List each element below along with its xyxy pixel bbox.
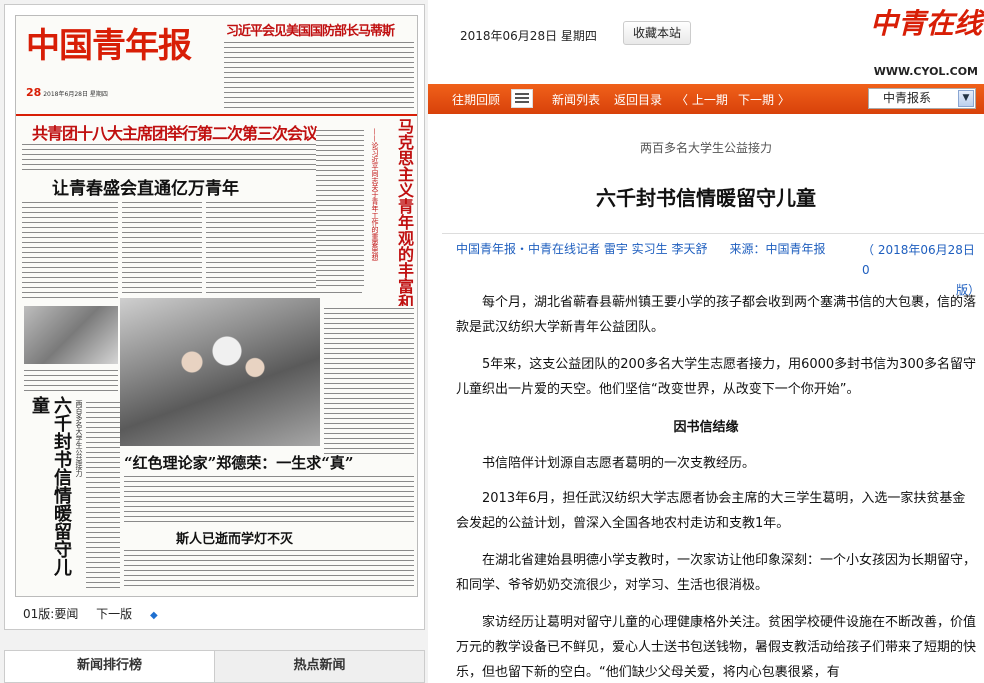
second-headline[interactable]: 让青春盛会直通亿万青年 bbox=[52, 174, 239, 199]
top-headline[interactable]: 习近平会见美国国防部长马蒂斯 bbox=[226, 20, 395, 39]
article-kicker: 两百多名大学生公益接力 bbox=[639, 141, 772, 155]
tab-hot-news[interactable]: 热点新闻 bbox=[215, 651, 424, 682]
newspaper-masthead: 中国青年报 28 2018年6月28日 星期四 习近平会见美国国防部长马蒂斯 bbox=[16, 16, 417, 116]
arrow-right-icon: ◆ bbox=[150, 610, 158, 621]
lead-headline[interactable]: 共青团十八大主席团举行第二次第三次会议 bbox=[32, 120, 318, 144]
article-title: 六千封书信情暖留守儿童 bbox=[596, 186, 816, 210]
text-block bbox=[224, 40, 414, 110]
article-paragraph: 5年来，这支公益团队的200多名大学生志愿者接力，用6000多封书信为300多名… bbox=[456, 357, 976, 397]
list-view-icon[interactable] bbox=[511, 89, 533, 108]
article-paragraph: 每个月，湖北省蕲春县蕲州镇王要小学的孩子都会收到两个塞满书信的大包裹，信的落款是… bbox=[456, 295, 977, 335]
issue-date: 28 2018年6月28日 星期四 bbox=[26, 86, 108, 99]
site-header: 2018年06月28日 星期四 收藏本站 中青在线 WWW.CYOL.COM bbox=[428, 0, 984, 84]
add-favorite-button[interactable]: 收藏本站 bbox=[623, 21, 691, 45]
news-photo-small bbox=[24, 306, 118, 364]
text-block bbox=[324, 306, 414, 456]
newspaper-select[interactable]: 中青报系 ▼ bbox=[868, 88, 976, 109]
newspaper-logo: 中国青年报 bbox=[26, 26, 192, 66]
text-block bbox=[22, 142, 362, 170]
tab-news-ranking[interactable]: 新闻排行榜 bbox=[5, 651, 215, 682]
bottom-headline[interactable]: 斯人已逝而学灯不灭 bbox=[176, 528, 293, 547]
article-subheading: 因书信结缘 bbox=[673, 420, 739, 435]
text-block bbox=[22, 200, 118, 300]
article-source: 来源：中国青年报 bbox=[729, 242, 826, 256]
nav-previous-issue[interactable]: 〈 上一期 bbox=[676, 91, 728, 108]
article-paragraph: 书信陪伴计划源自志愿者葛明的一次支教经历。 bbox=[482, 456, 756, 471]
vertical-subhead: ——论习近平同志关于青年工作的重要思想 bbox=[371, 128, 379, 261]
chevron-down-icon[interactable]: ▼ bbox=[958, 90, 974, 107]
left-vertical-headline[interactable]: 六千封书信情暖留守儿童 bbox=[29, 396, 72, 586]
nav-news-list[interactable]: 新闻列表 bbox=[552, 91, 600, 108]
nav-next-issue[interactable]: 下一期 〉 bbox=[738, 91, 790, 108]
site-url: WWW.CYOL.COM bbox=[873, 65, 978, 78]
divider bbox=[442, 233, 984, 234]
text-block bbox=[24, 368, 118, 392]
text-block bbox=[86, 400, 120, 590]
article-byline: 中国青年报・中青在线记者 雷宇 实习生 李天舒 来源：中国青年报 bbox=[456, 242, 826, 256]
chevron-right-icon: 〉 bbox=[774, 93, 790, 107]
feature-headline[interactable]: “红色理论家”郑德荣：一生求“真” bbox=[124, 452, 354, 473]
text-block bbox=[316, 128, 364, 288]
nav-back-to-contents[interactable]: 返回目录 bbox=[614, 91, 662, 108]
newspaper-page-image[interactable]: 中国青年报 28 2018年6月28日 星期四 习近平会见美国国防部长马蒂斯 共… bbox=[15, 15, 418, 597]
left-vertical-subhead: 两百多名大学生公益接力 bbox=[75, 400, 83, 477]
newspaper-page-frame: 中国青年报 28 2018年6月28日 星期四 习近平会见美国国防部长马蒂斯 共… bbox=[4, 4, 425, 630]
article-paragraph: 家访经历让葛明对留守儿童的心理健康格外关注。贫困学校硬件设施在不断改善，价值万元… bbox=[456, 615, 977, 680]
article-paragraph: 在湖北省建始县明德小学支教时，一次家访让他印象深刻：一个小女孩因为长期留守，和同… bbox=[456, 553, 977, 593]
chevron-left-icon: 〈 bbox=[676, 93, 692, 107]
nav-bar: 往期回顾 新闻列表 返回目录 〈 上一期 下一期 〉 中青报系 ▼ bbox=[428, 84, 984, 114]
nav-past-issues[interactable]: 往期回顾 bbox=[452, 91, 500, 108]
text-block bbox=[124, 474, 414, 524]
header-date: 2018年06月28日 星期四 bbox=[460, 29, 597, 43]
site-logo[interactable]: 中青在线 bbox=[870, 2, 982, 42]
article-content: 两百多名大学生公益接力 六千封书信情暖留守儿童 中国青年报・中青在线记者 雷宇 … bbox=[428, 114, 984, 683]
current-page-link[interactable]: 01版:要闻 bbox=[23, 607, 78, 621]
news-tabs: 新闻排行榜 热点新闻 bbox=[4, 650, 425, 683]
text-block bbox=[124, 548, 414, 590]
article-paragraph: 2013年6月，担任武汉纺织大学志愿者协会主席的大三学生葛明，入选一家扶贫基金会… bbox=[456, 491, 966, 531]
page-navigation: 01版:要闻 下一版 ◆ bbox=[23, 605, 186, 622]
text-block bbox=[122, 200, 202, 296]
next-page-link[interactable]: 下一版 ◆ bbox=[96, 607, 172, 621]
news-photo-main bbox=[120, 298, 320, 446]
